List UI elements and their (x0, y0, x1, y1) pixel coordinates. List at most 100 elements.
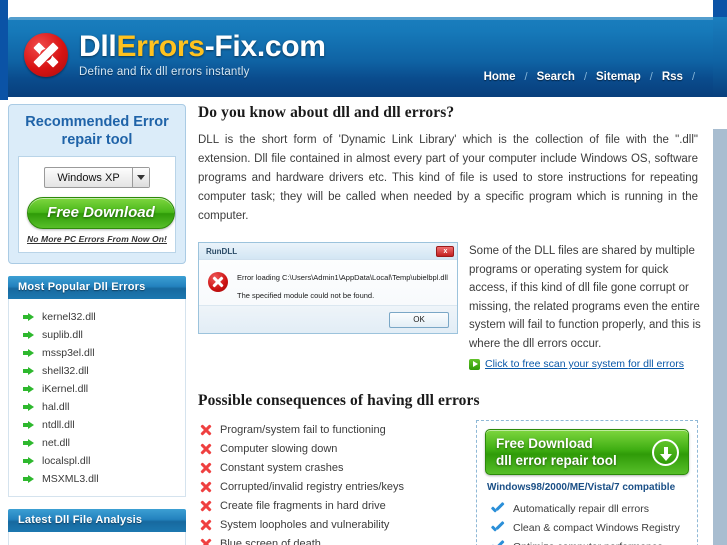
list-item: Computer slowing down (198, 439, 466, 458)
section-heading-about: Do you know about dll and dll errors? (198, 104, 455, 121)
promo-button-text: Free Download dll error repair tool (496, 435, 617, 469)
nav-item-sitemap[interactable]: Sitemap (587, 71, 650, 83)
list-item-label: Program/system fail to functioning (220, 423, 386, 436)
list-item[interactable]: hal.dll (9, 398, 185, 416)
list-item: Blue screen of death (198, 534, 466, 545)
list-item[interactable]: ntdll.dll (9, 416, 185, 434)
consequences-section: Possible consequences of having dll erro… (198, 392, 708, 545)
list-item[interactable]: suplib.dll (9, 326, 185, 344)
red-x-icon (200, 462, 211, 473)
nav-item-search[interactable]: Search (528, 71, 584, 83)
free-download-button[interactable]: Free Download (27, 197, 175, 229)
list-item: System loopholes and vulnerability (198, 515, 466, 534)
dialog-message: Error loading C:\Users\Admin1\AppData\Lo… (237, 271, 448, 303)
os-select[interactable]: Windows XP (44, 167, 150, 188)
site-logo[interactable]: DllErrors-Fix.com Define and fix dll err… (24, 31, 326, 78)
list-item[interactable]: net.dll (9, 434, 185, 452)
red-circle-x-icon (24, 33, 68, 77)
list-item[interactable]: d3dx9_26.dll (9, 541, 185, 545)
green-arrow-icon (23, 474, 34, 484)
green-arrow-icon (23, 456, 34, 466)
red-x-icon (200, 500, 211, 511)
dialog-title-text: RunDLL (206, 246, 238, 256)
scrollbar-header-band (713, 17, 727, 97)
close-icon[interactable]: x (436, 245, 454, 257)
about-paragraph: DLL is the short form of 'Dynamic Link L… (198, 134, 698, 222)
check-icon (491, 522, 504, 533)
dialog-message-line2: The specified module could not be found. (237, 291, 375, 300)
list-item: Create file fragments in hard drive (198, 496, 466, 515)
list-item-label: Clean & compact Windows Registry (513, 521, 680, 534)
promo-button-line2: dll error repair tool (496, 453, 617, 468)
list-item-label: MSXML3.dll (42, 473, 99, 485)
popular-errors-title: Most Popular Dll Errors (8, 276, 186, 299)
list-item-label: suplib.dll (42, 329, 83, 341)
logo-center-dot (40, 49, 52, 61)
free-scan-link[interactable]: Click to free scan your system for dll e… (485, 358, 684, 370)
logo-text-block: DllErrors-Fix.com Define and fix dll err… (79, 31, 326, 79)
popular-errors-list: kernel32.dll suplib.dll mssp3el.dll shel… (8, 299, 186, 497)
list-item[interactable]: iKernel.dll (9, 380, 185, 398)
play-arrow-icon (469, 358, 480, 370)
promo-download-button[interactable]: Free Download dll error repair tool (485, 429, 689, 475)
check-icon (491, 541, 504, 545)
list-item[interactable]: MSXML3.dll (9, 470, 185, 488)
dialog-footer: OK (199, 305, 457, 333)
list-item-label: mssp3el.dll (42, 347, 95, 359)
os-select-value: Windows XP (57, 172, 120, 184)
latest-analysis-panel: Latest Dll File Analysis d3dx9_26.dll (8, 509, 186, 545)
latest-analysis-list: d3dx9_26.dll (8, 532, 186, 545)
free-scan-link-row[interactable]: Click to free scan your system for dll e… (469, 358, 707, 370)
error-x-icon (208, 272, 228, 292)
list-item-label: kernel32.dll (42, 311, 96, 323)
nav-separator: / (691, 71, 695, 83)
scrollbar-thumb[interactable] (713, 129, 727, 545)
popular-errors-panel: Most Popular Dll Errors kernel32.dll sup… (8, 276, 186, 497)
dialog-message-line1: Error loading C:\Users\Admin1\AppData\Lo… (237, 273, 448, 282)
list-item[interactable]: mssp3el.dll (9, 344, 185, 362)
site-title-part2: Errors (116, 30, 205, 63)
recommended-tool-title: Recommended Error repair tool (25, 114, 169, 148)
list-item[interactable]: localspl.dll (9, 452, 185, 470)
mid-paragraph: Some of the DLL files are shared by mult… (469, 245, 701, 350)
download-arrow-icon (652, 438, 679, 466)
check-icon (491, 503, 504, 514)
dialog-titlebar: RunDLL x (199, 243, 457, 260)
green-arrow-icon (23, 438, 34, 448)
site-title: DllErrors-Fix.com (79, 31, 326, 63)
list-item: Program/system fail to functioning (198, 420, 466, 439)
list-item-label: Blue screen of death (220, 537, 321, 545)
section-heading-consequences: Possible consequences of having dll erro… (198, 392, 480, 409)
list-item-label: ntdll.dll (42, 419, 75, 431)
list-item-label: System loopholes and vulnerability (220, 518, 390, 531)
green-arrow-icon (23, 384, 34, 394)
scrollbar-track[interactable] (713, 0, 727, 545)
list-item-label: hal.dll (42, 401, 70, 413)
promo-button-line1: Free Download (496, 436, 593, 451)
recommended-tool-box: Recommended Error repair tool Windows XP… (8, 104, 186, 264)
list-item: Constant system crashes (198, 458, 466, 477)
promo-compatibility-text: Windows98/2000/ME/Vista/7 compatible (487, 482, 676, 493)
sidebar: Recommended Error repair tool Windows XP… (8, 104, 186, 545)
list-item-label: localspl.dll (42, 455, 91, 467)
nav-item-home[interactable]: Home (475, 71, 525, 83)
red-x-icon (200, 481, 211, 492)
list-item-label: net.dll (42, 437, 71, 449)
list-item-label: Automatically repair dll errors (513, 502, 649, 515)
dialog-ok-button[interactable]: OK (389, 311, 449, 328)
list-item: Automatically repair dll errors (485, 499, 689, 518)
main-column: Do you know about dll and dll errors? DL… (198, 104, 708, 545)
list-item: Clean & compact Windows Registry (485, 518, 689, 537)
consequences-row: Program/system fail to functioning Compu… (198, 420, 708, 545)
list-item[interactable]: kernel32.dll (9, 308, 185, 326)
main-navigation: Home / Search / Sitemap / Rss / (475, 71, 695, 83)
list-item[interactable]: shell32.dll (9, 362, 185, 380)
list-item-label: iKernel.dll (42, 383, 89, 395)
latest-analysis-title: Latest Dll File Analysis (8, 509, 186, 532)
nav-item-rss[interactable]: Rss (653, 71, 692, 83)
red-x-icon (200, 519, 211, 530)
list-item: Corrupted/invalid registry entries/keys (198, 477, 466, 496)
page-root: DllErrors-Fix.com Define and fix dll err… (0, 0, 727, 545)
scrollbar-top-band (713, 0, 727, 17)
green-arrow-icon (23, 330, 34, 340)
